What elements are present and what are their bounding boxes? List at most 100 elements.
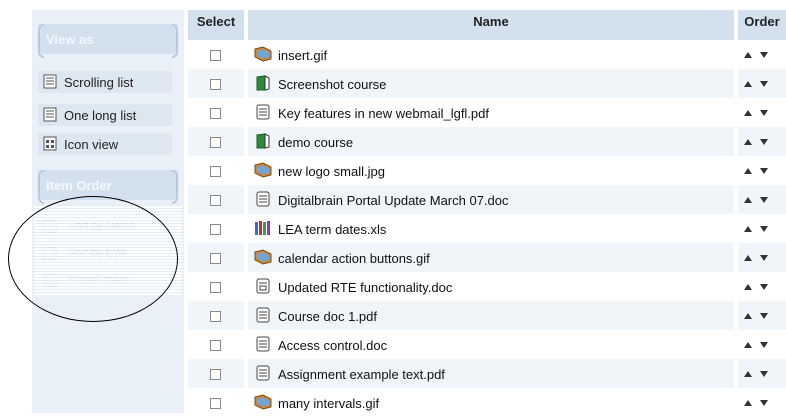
view-as-title: View as — [46, 32, 94, 47]
move-up-arrow-icon[interactable] — [744, 255, 752, 261]
file-name-link[interactable]: new logo small.jpg — [278, 164, 385, 179]
one-long-list-icon — [43, 107, 57, 122]
file-name-link[interactable]: calendar action buttons.gif — [278, 251, 430, 266]
table-row: LEA term dates.xls — [188, 214, 786, 243]
name-cell: Access control.doc — [248, 330, 734, 359]
row-select-checkbox[interactable] — [210, 166, 221, 177]
file-name-link[interactable]: insert.gif — [278, 48, 327, 63]
order-cell — [738, 69, 786, 98]
move-up-arrow-icon[interactable] — [744, 110, 752, 116]
item-order-title: Item Order — [46, 178, 112, 193]
name-cell: Updated RTE functionality.doc — [248, 272, 734, 301]
move-up-arrow-icon[interactable] — [744, 52, 752, 58]
move-down-arrow-icon[interactable] — [760, 313, 768, 319]
move-down-arrow-icon[interactable] — [760, 226, 768, 232]
row-select-checkbox[interactable] — [210, 340, 221, 351]
view-one-long-list[interactable]: One long list — [38, 104, 172, 126]
move-up-arrow-icon[interactable] — [744, 197, 752, 203]
order-cell — [738, 98, 786, 127]
select-cell — [188, 214, 244, 243]
select-cell — [188, 185, 244, 214]
order-item-label: Sort by Name — [68, 220, 136, 232]
table-header: Select Name Order — [188, 10, 786, 40]
document-icon — [254, 307, 272, 323]
move-down-arrow-icon[interactable] — [760, 52, 768, 58]
move-down-arrow-icon[interactable] — [760, 139, 768, 145]
view-item-label: Scrolling list — [64, 75, 134, 90]
select-cell — [188, 359, 244, 388]
sidebar: View as Scrolling list One long list Ico… — [32, 10, 184, 413]
order-cell — [738, 301, 786, 330]
item-order-panel-header: Item Order — [38, 170, 178, 204]
move-up-arrow-icon[interactable] — [744, 139, 752, 145]
row-select-checkbox[interactable] — [210, 137, 221, 148]
document-icon — [254, 365, 272, 381]
image-file-icon — [254, 46, 272, 62]
move-down-arrow-icon[interactable] — [760, 400, 768, 406]
file-name-link[interactable]: Course doc 1.pdf — [278, 309, 377, 324]
select-cell — [188, 127, 244, 156]
row-select-checkbox[interactable] — [210, 108, 221, 119]
file-name-link[interactable]: Digitalbrain Portal Update March 07.doc — [278, 193, 509, 208]
view-scrolling-list[interactable]: Scrolling list — [38, 71, 172, 93]
move-down-arrow-icon[interactable] — [760, 371, 768, 377]
name-cell: Screenshot course — [248, 69, 734, 98]
move-down-arrow-icon[interactable] — [760, 81, 768, 87]
move-up-arrow-icon[interactable] — [744, 371, 752, 377]
name-cell: Course doc 1.pdf — [248, 301, 734, 330]
course-book-icon — [254, 75, 272, 91]
move-down-arrow-icon[interactable] — [760, 197, 768, 203]
row-select-checkbox[interactable] — [210, 398, 221, 409]
table-row: Access control.doc — [188, 330, 786, 359]
select-cell — [188, 40, 244, 69]
file-name-link[interactable]: Key features in new webmail_lgfl.pdf — [278, 106, 489, 121]
move-down-arrow-icon[interactable] — [760, 255, 768, 261]
file-name-link[interactable]: Screenshot course — [278, 77, 386, 92]
view-icon-view[interactable]: Icon view — [38, 133, 172, 155]
row-select-checkbox[interactable] — [210, 195, 221, 206]
order-cell — [738, 272, 786, 301]
order-cell — [738, 40, 786, 69]
order-item-label: Sort by type — [68, 247, 127, 259]
table-row: Updated RTE functionality.doc — [188, 272, 786, 301]
move-down-arrow-icon[interactable] — [760, 110, 768, 116]
order-cell — [738, 330, 786, 359]
move-down-arrow-icon[interactable] — [760, 168, 768, 174]
row-select-checkbox[interactable] — [210, 311, 221, 322]
row-select-checkbox[interactable] — [210, 79, 221, 90]
linked-document-icon — [254, 278, 272, 294]
move-down-arrow-icon[interactable] — [760, 342, 768, 348]
move-up-arrow-icon[interactable] — [744, 284, 752, 290]
order-sort-by-name[interactable]: Sort by Name — [38, 217, 172, 237]
table-row: demo course — [188, 127, 786, 156]
move-up-arrow-icon[interactable] — [744, 313, 752, 319]
scrolling-list-icon — [43, 74, 57, 89]
move-up-arrow-icon[interactable] — [744, 226, 752, 232]
column-header-select: Select — [188, 10, 244, 40]
row-select-checkbox[interactable] — [210, 369, 221, 380]
column-header-name[interactable]: Name — [248, 10, 734, 40]
file-name-link[interactable]: Assignment example text.pdf — [278, 367, 445, 382]
row-select-checkbox[interactable] — [210, 50, 221, 61]
move-up-arrow-icon[interactable] — [744, 400, 752, 406]
order-cell — [738, 156, 786, 185]
move-down-arrow-icon[interactable] — [760, 284, 768, 290]
order-cell — [738, 243, 786, 272]
file-name-link[interactable]: Access control.doc — [278, 338, 387, 353]
file-name-link[interactable]: demo course — [278, 135, 353, 150]
move-up-arrow-icon[interactable] — [744, 168, 752, 174]
file-name-link[interactable]: Updated RTE functionality.doc — [278, 280, 452, 295]
order-preset-order[interactable]: Preset order — [38, 271, 172, 291]
column-header-order: Order — [738, 10, 786, 40]
file-name-link[interactable]: LEA term dates.xls — [278, 222, 386, 237]
row-select-checkbox[interactable] — [210, 224, 221, 235]
move-up-arrow-icon[interactable] — [744, 342, 752, 348]
move-up-arrow-icon[interactable] — [744, 81, 752, 87]
file-name-link[interactable]: many intervals.gif — [278, 396, 379, 411]
row-select-checkbox[interactable] — [210, 282, 221, 293]
table-row: Assignment example text.pdf — [188, 359, 786, 388]
sort-by-name-icon — [43, 220, 57, 233]
row-select-checkbox[interactable] — [210, 253, 221, 264]
order-cell — [738, 214, 786, 243]
order-sort-by-type[interactable]: Sort by type — [38, 244, 172, 264]
